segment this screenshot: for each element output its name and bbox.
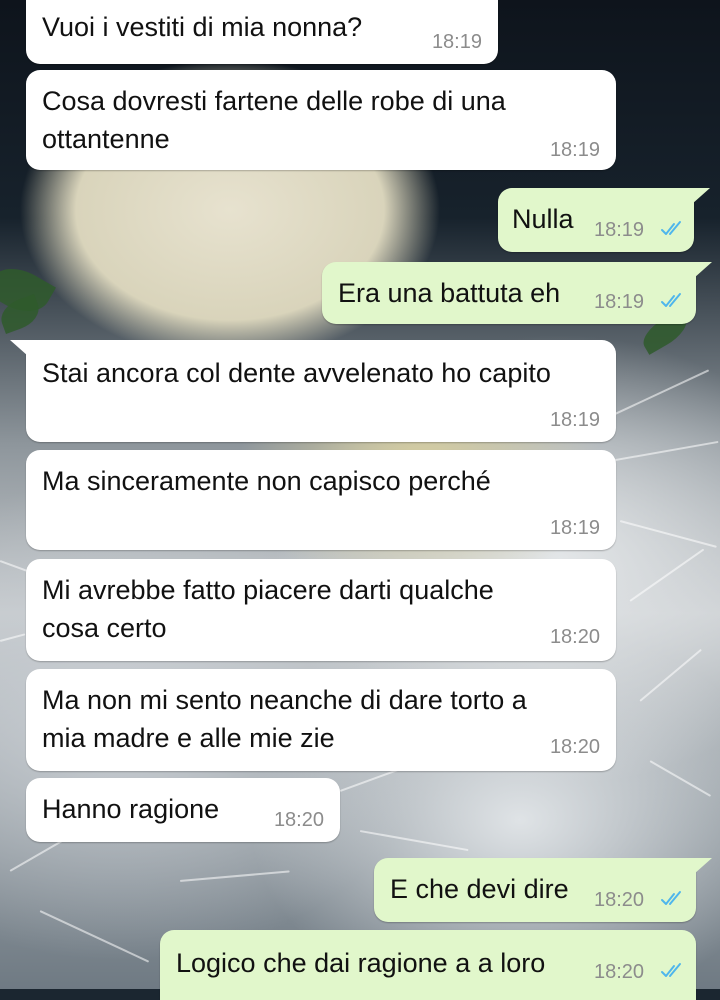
message-time: 18:19 <box>431 31 482 53</box>
message-bubble-outgoing[interactable]: Nulla 18:19 <box>498 188 710 252</box>
message-text: Ma non mi sento neanche di dare torto a <box>42 685 527 715</box>
message-bubble-incoming[interactable]: Hanno ragione 18:20 <box>26 778 340 842</box>
message-time: 18:19 <box>549 517 600 539</box>
bubble-tail <box>694 262 712 278</box>
message-text: Ma sinceramente non capisco perché <box>42 466 491 496</box>
message-text: Nulla <box>512 204 574 234</box>
bubble-tail <box>694 858 712 874</box>
message-text: Vuoi i vestiti di mia nonna? <box>42 12 363 42</box>
message-text: Era una battuta eh <box>338 278 561 308</box>
message-bubble-incoming[interactable]: Vuoi i vestiti di mia nonna? 18:19 <box>26 0 498 64</box>
message-text: Mi avrebbe fatto piacere darti qualche <box>42 575 494 605</box>
message-time: 18:19 <box>594 219 645 241</box>
bubble-tail <box>10 340 28 356</box>
message-bubble-outgoing[interactable]: Logico che dai ragione a a loro 18:20 <box>160 930 696 1000</box>
message-text: mia madre e alle mie zie <box>42 723 335 753</box>
message-time: 18:20 <box>594 889 645 911</box>
message-time: 18:20 <box>549 626 600 648</box>
message-time: 18:20 <box>594 961 645 983</box>
message-bubble-incoming[interactable]: Ma sinceramente non capisco perché 18:19 <box>26 450 616 550</box>
message-time: 18:19 <box>549 409 600 431</box>
message-bubble-outgoing[interactable]: E che devi dire 18:20 <box>374 858 712 922</box>
message-time: 18:20 <box>549 736 600 758</box>
double-check-icon <box>661 963 681 977</box>
message-time: 18:19 <box>594 291 645 313</box>
message-bubble-incoming[interactable]: Mi avrebbe fatto piacere darti qualche c… <box>26 559 616 661</box>
message-bubble-outgoing[interactable]: Era una battuta eh 18:19 <box>322 262 712 324</box>
double-check-icon <box>661 221 681 235</box>
message-text: Hanno ragione <box>42 794 220 824</box>
message-bubble-incoming[interactable]: Cosa dovresti fartene delle robe di una … <box>26 70 616 170</box>
message-text: E che devi dire <box>390 874 569 904</box>
message-time: 18:20 <box>273 809 324 831</box>
message-text: Cosa dovresti fartene delle robe di una <box>42 86 506 116</box>
message-text: cosa certo <box>42 613 167 643</box>
message-bubble-incoming[interactable]: Stai ancora col dente avvelenato ho capi… <box>10 340 616 442</box>
double-check-icon <box>661 293 681 307</box>
message-text: ottantenne <box>42 124 170 154</box>
message-time: 18:19 <box>549 139 600 161</box>
message-text: Stai ancora col dente avvelenato ho capi… <box>42 358 551 388</box>
message-list[interactable]: Vuoi i vestiti di mia nonna? 18:19 Cosa … <box>0 0 720 1000</box>
message-text: Logico che dai ragione a a loro <box>176 948 546 978</box>
double-check-icon <box>661 891 681 905</box>
bubble-tail <box>692 188 710 204</box>
message-bubble-incoming[interactable]: Ma non mi sento neanche di dare torto a … <box>26 669 616 771</box>
